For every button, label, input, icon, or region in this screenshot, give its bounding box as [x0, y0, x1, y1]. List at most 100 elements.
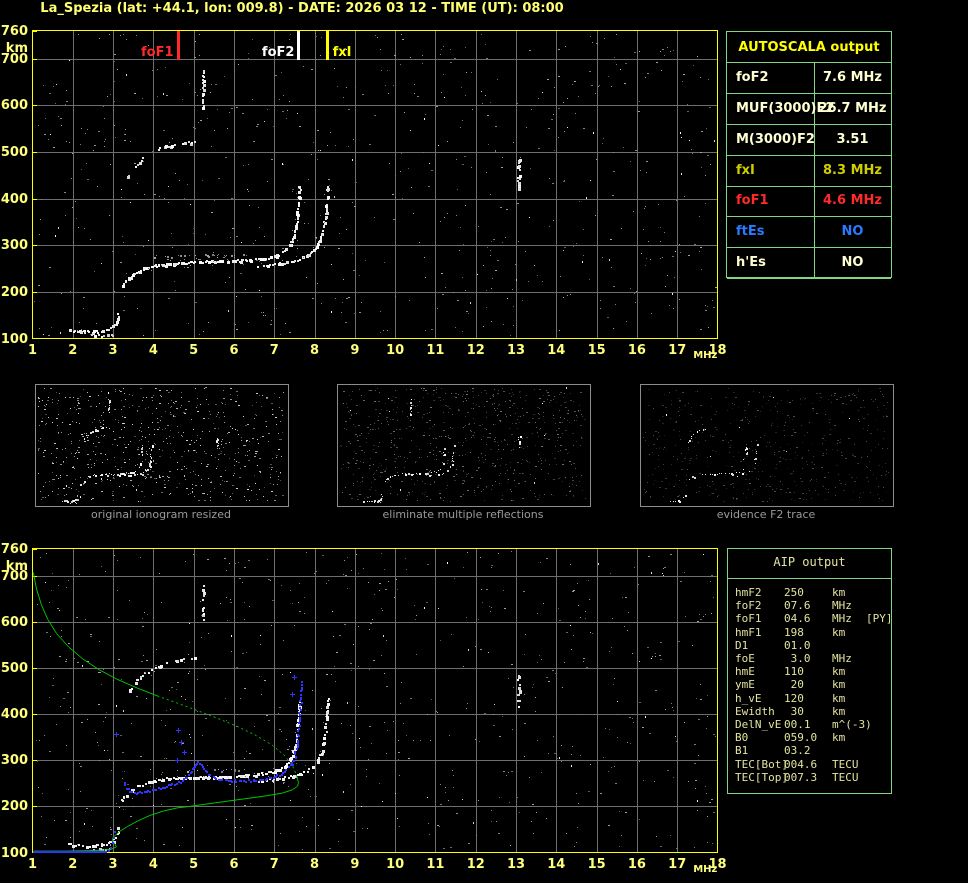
aip-row-tecbot: TEC[Bot] 004.6 TECU [728, 758, 891, 771]
x-tick-label: 16 [627, 343, 646, 358]
x-tick-label: 8 [310, 343, 320, 358]
aip-row-value: 007.3 [784, 770, 818, 784]
aip-row-b1: B1 03.2 [728, 744, 891, 757]
caption-original-ionogram: original ionogram resized [91, 508, 231, 521]
autoscala-row-fof1: foF1 4.6 MHz [727, 186, 891, 218]
aip-row-value: 00.1 [784, 718, 811, 731]
x-tick-label: 4 [148, 343, 158, 358]
aip-row-unit: km [832, 665, 846, 679]
aip-row-value: 004.6 [784, 757, 818, 771]
aip-row-unit: km [832, 731, 846, 745]
aip-output-table: AIP output hmF2 250 km foF2 07.6 MHz foF1 04.6 M… [727, 548, 893, 794]
autoscala-row-value: NO [841, 224, 864, 240]
marker-label-foF2: foF2 [261, 45, 295, 60]
aip-row-ewidth: Ewidth 30 km [728, 705, 891, 718]
autoscala-row-value: 7.6 MHz [823, 70, 882, 85]
y-tick-label: 600 [0, 615, 28, 631]
x-tick-label: 13 [506, 343, 526, 358]
aip-row-label: Ewidth [735, 704, 775, 718]
aip-row-unit: km [832, 704, 846, 718]
y-tick-label: 100 [0, 845, 28, 861]
x-tick-label: 17 [668, 857, 687, 872]
x-tick-label: 3 [108, 857, 118, 872]
aip-row-unit: MHz [832, 652, 852, 665]
aip-row-hme: hmE 110 km [728, 665, 891, 678]
bottom-ionogram-plot [32, 548, 718, 853]
y-tick-label: 100 [0, 331, 28, 347]
autoscala-output-table: AUTOSCALA output foF2 7.6 MHz MUF(3000)F2 2… [726, 31, 892, 280]
aip-row-value: 198 [784, 625, 804, 639]
aip-row-unit: km [832, 678, 846, 692]
aip-row-value: 059.0 [784, 731, 818, 745]
caption-evidence-f2: evidence F2 trace [716, 508, 816, 521]
x-tick-label: 12 [466, 343, 485, 358]
panel-eliminate-canvas [338, 385, 588, 504]
y-tick-label: 200 [0, 284, 28, 300]
x-tick-label: 3 [108, 343, 118, 358]
autoscala-row-label: ftEs [736, 224, 765, 240]
aip-row-value: 30 [784, 704, 804, 718]
autoscala-row-label: M(3000)F2 [736, 131, 815, 147]
x-tick-label: 17 [668, 343, 687, 358]
aip-row-unit: km [832, 691, 846, 705]
aip-row-value: 110 [784, 665, 804, 679]
y-tick-label: 400 [0, 707, 28, 723]
aip-row-unit: MHz [832, 612, 852, 626]
aip-row-label: B1 [735, 744, 749, 758]
aip-row-value: 01.0 [784, 638, 811, 652]
aip-row-unit: m^(-3) [832, 718, 872, 731]
x-tick-label: 5 [189, 343, 199, 358]
aip-header-divider [728, 578, 891, 579]
aip-row-label: hmF2 [735, 586, 762, 599]
y-tick-label: 600 [0, 98, 28, 114]
autoscala-row-value: 26.7 MHz [818, 100, 887, 116]
x-tick-label: 7 [269, 857, 279, 872]
station-title: La_Spezia (lat: +44.1, lon: 009.8) - DAT… [40, 1, 564, 16]
autoscala-row-fof2: foF2 7.6 MHz [727, 63, 891, 94]
aip-row-value: 07.6 [784, 599, 811, 613]
x-tick-label: 11 [426, 343, 445, 358]
aip-row-hve: h_vE 120 km [728, 692, 891, 705]
autoscala-row-ftes: ftEs NO [727, 217, 891, 249]
aip-row-label: D1 [735, 638, 749, 652]
autoscala-row-hes: h'Es NO [727, 248, 891, 280]
x-tick-label: 14 [547, 343, 566, 358]
aip-row-value: 20 [784, 678, 804, 692]
y-tick-label: 760 [0, 541, 28, 557]
autoscala-row-label: foF1 [736, 193, 769, 209]
aip-row-b0: B0 059.0 km [728, 731, 891, 744]
y-axis-unit-label: km [5, 40, 28, 56]
panel-original-ionogram [35, 384, 289, 507]
x-tick-label: 8 [310, 857, 320, 872]
aip-row-unit: km [832, 625, 846, 639]
x-tick-label: 10 [386, 343, 405, 358]
x-axis-unit-label: MHz [693, 350, 718, 361]
aip-row-label: B0 [735, 731, 749, 745]
aip-row-note: [PY] [866, 612, 893, 626]
aip-row-value: 120 [784, 691, 804, 705]
autoscala-row-value: 8.3 MHz [823, 162, 882, 178]
x-axis-unit-label: MHz [693, 864, 718, 875]
y-tick-label: 400 [0, 191, 28, 207]
x-tick-label: 15 [587, 343, 606, 358]
autoscala-table-header: AUTOSCALA output [727, 32, 891, 63]
aip-row-value: 250 [784, 586, 804, 599]
aip-row-foe: foE 3.0 MHz [728, 652, 891, 665]
panel-original-canvas [36, 385, 286, 504]
aip-row-value: 03.2 [784, 744, 811, 758]
marker-label-fxI: fxI [332, 45, 352, 60]
aip-row-label: DelN_vE [735, 718, 782, 731]
top-ionogram-plot [32, 30, 718, 339]
panel-evidence-f2 [640, 384, 894, 507]
aip-row-unit: TECU [832, 770, 859, 784]
y-tick-label: 300 [0, 238, 28, 254]
aip-row-label: h_vE [735, 691, 762, 705]
autoscala-row-fxi: fxI 8.3 MHz [727, 156, 891, 187]
x-tick-label: 14 [547, 857, 566, 872]
aip-row-hmf2: hmF2 250 km [728, 586, 891, 599]
aip-row-yme: ymE 20 km [728, 678, 891, 691]
aip-table-header: AIP output [773, 555, 846, 569]
x-tick-label: 2 [68, 857, 78, 872]
y-tick-label: 200 [0, 799, 28, 815]
panel-evidence-canvas [641, 385, 891, 504]
